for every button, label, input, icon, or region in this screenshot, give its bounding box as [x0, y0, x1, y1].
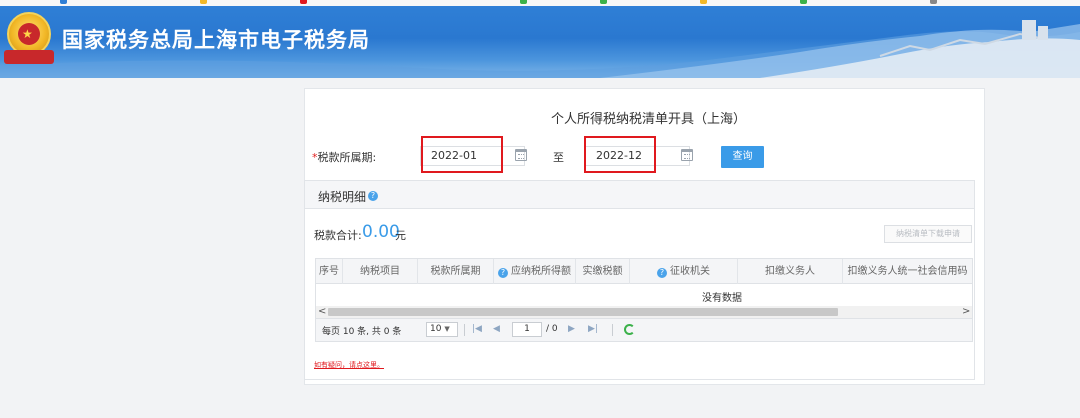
page-number-input[interactable]: 1: [512, 322, 542, 337]
page-total: / 0: [546, 324, 558, 334]
pager-divider: [612, 324, 613, 336]
column-header[interactable]: ? 应纳税所得额: [494, 259, 576, 284]
scroll-left-icon[interactable]: <: [318, 306, 326, 318]
site-banner: ★ 国家税务总局上海市电子税务局: [0, 6, 1080, 78]
last-page-icon[interactable]: ▶|: [588, 323, 598, 336]
empty-message: 没有数据: [702, 293, 742, 304]
refresh-icon[interactable]: [624, 324, 635, 335]
first-page-icon[interactable]: |◀: [472, 323, 482, 336]
tax-period-label: *税款所属期:: [312, 151, 377, 164]
grid-header: 序号 纳税项目 税款所属期 ? 应纳税所得额 实缴税额 ? 征收机关 扣缴义务人 扣…: [316, 259, 972, 284]
section-header: 纳税明细 ?: [305, 181, 974, 209]
horizontal-scrollbar[interactable]: < >: [316, 306, 972, 318]
help-icon: ?: [657, 268, 667, 278]
help-icon[interactable]: ?: [368, 191, 378, 201]
query-button[interactable]: 查询: [721, 146, 764, 168]
to-label: 至: [553, 151, 564, 164]
calendar-icon[interactable]: [681, 149, 693, 161]
page-title: 个人所得税纳税清单开具（上海）: [551, 112, 747, 127]
pager-summary: 每页 10 条, 共 0 条: [322, 327, 402, 337]
help-icon: ?: [498, 268, 508, 278]
tax-detail-grid: 序号 纳税项目 税款所属期 ? 应纳税所得额 实缴税额 ? 征收机关 扣缴义务人 扣…: [315, 258, 973, 342]
prev-page-icon[interactable]: ◀: [493, 323, 500, 336]
calendar-icon[interactable]: [515, 149, 527, 161]
next-page-icon[interactable]: ▶: [568, 323, 575, 336]
column-header[interactable]: 纳税项目: [343, 259, 418, 284]
total-label: 税款合计:: [314, 229, 362, 242]
column-header[interactable]: 扣缴义务人统一社会信用码: [843, 259, 972, 284]
column-header[interactable]: 实缴税额: [576, 259, 630, 284]
column-header[interactable]: 序号: [316, 259, 343, 284]
emblem-ribbon: [4, 50, 54, 64]
pager: 每页 10 条, 共 0 条 10 ▼ |◀ ◀ 1 / 0 ▶ ▶|: [316, 318, 972, 341]
column-header[interactable]: 扣缴义务人: [738, 259, 843, 284]
section-title: 纳税明细: [318, 190, 367, 204]
page-size-select[interactable]: 10 ▼: [426, 322, 458, 337]
column-header[interactable]: 税款所属期: [418, 259, 494, 284]
column-header[interactable]: ? 征收机关: [630, 259, 738, 284]
total-unit: 元: [395, 229, 406, 242]
scroll-right-icon[interactable]: >: [962, 306, 970, 318]
end-period-highlight: [584, 136, 656, 173]
help-link[interactable]: 如有疑问，请点这里。: [314, 360, 384, 370]
scrollbar-thumb[interactable]: [328, 308, 838, 316]
pager-divider: [464, 324, 465, 336]
site-title: 国家税务总局上海市电子税务局: [62, 28, 370, 52]
start-period-highlight: [421, 136, 503, 173]
download-request-button[interactable]: 纳税清单下载申请: [884, 225, 972, 243]
